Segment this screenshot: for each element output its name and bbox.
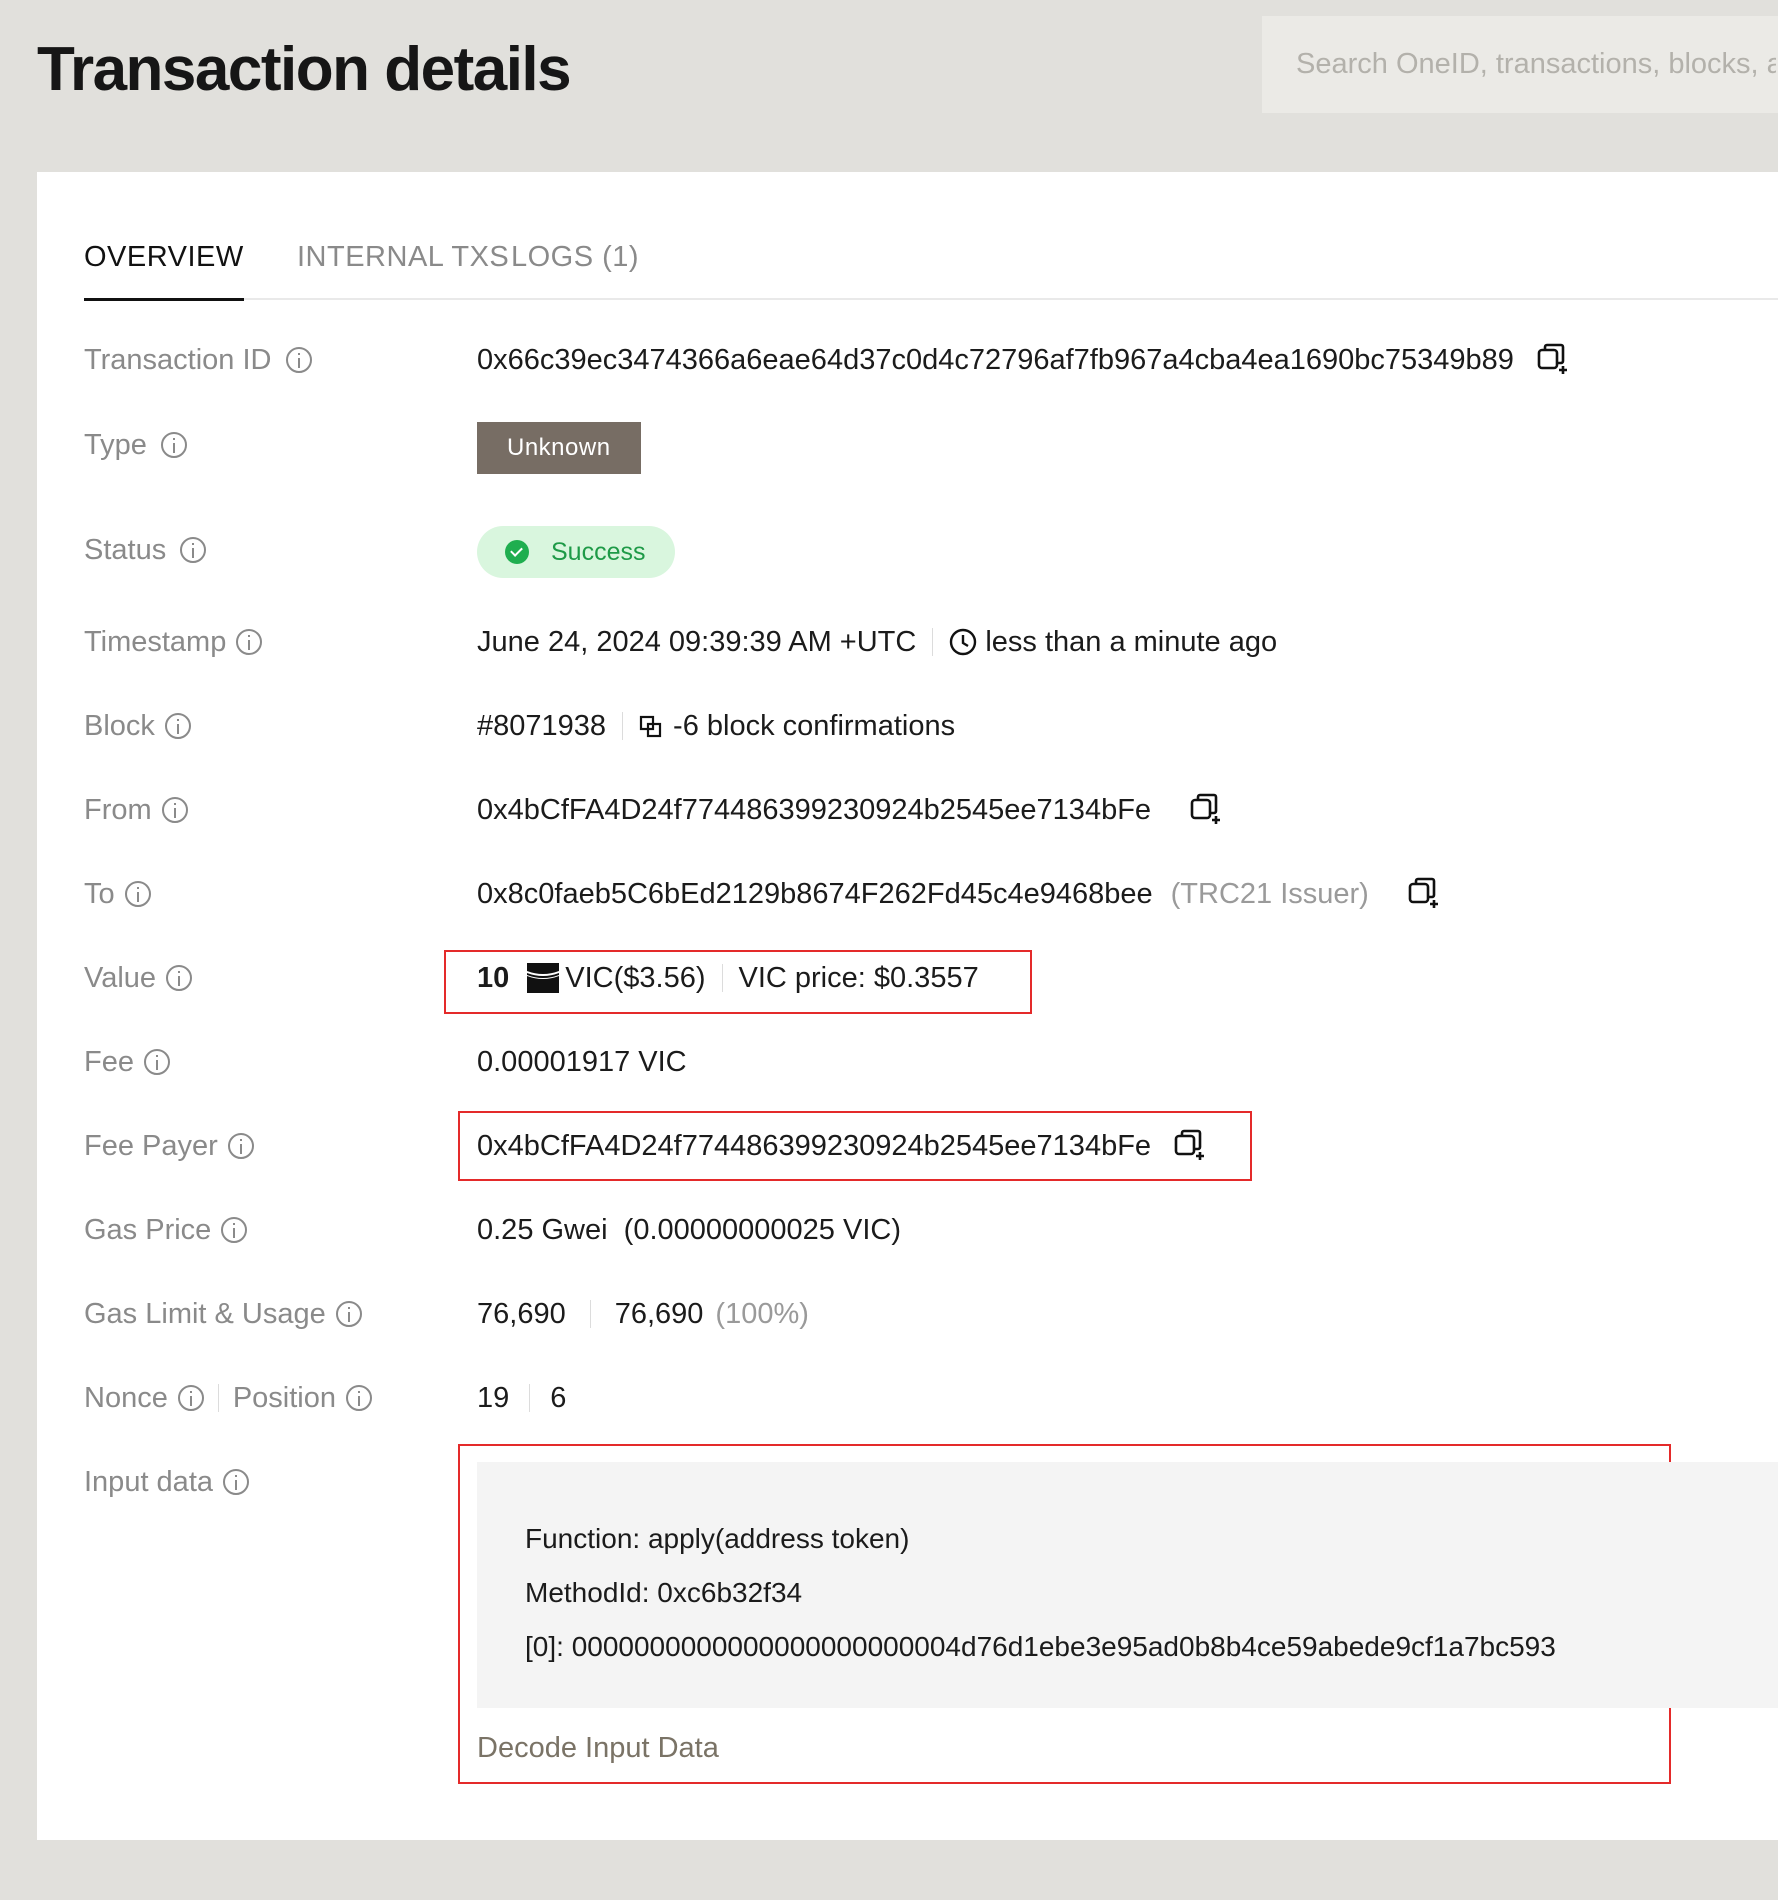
info-icon[interactable] [180, 537, 207, 563]
copy-icon[interactable] [1173, 1129, 1207, 1163]
search-box[interactable] [1262, 16, 1778, 113]
info-icon[interactable] [124, 881, 151, 907]
status-label: Status [84, 520, 207, 580]
fee-payer-label: Fee Payer [84, 1116, 254, 1176]
type-badge: Unknown [477, 422, 641, 474]
fee-value-row: 0.00001917 VIC [477, 1032, 687, 1092]
type-value-row: Unknown [477, 418, 641, 478]
fee-payer-value-row: 0x4bCfFA4D24f774486399230924b2545ee7134b… [477, 1116, 1207, 1176]
block-number-link[interactable]: #8071938 [477, 710, 606, 743]
tab-logs[interactable]: LOGS (1) [511, 234, 639, 298]
fee-payer-address-link[interactable]: 0x4bCfFA4D24f774486399230924b2545ee7134b… [477, 1130, 1151, 1163]
status-value-row: Success [477, 522, 676, 582]
transaction-card: OVERVIEW INTERNAL TXS LOGS (1) Transacti… [37, 172, 1778, 1840]
nonce-value-row: 19 6 [477, 1368, 566, 1428]
page-title: Transaction details [37, 35, 572, 104]
transaction-id-label: Transaction ID [84, 330, 312, 390]
transaction-id-value-row: 0x66c39ec3474366a6eae64d37c0d4c72796af7f… [477, 330, 1570, 390]
tab-bar: OVERVIEW INTERNAL TXS LOGS (1) [84, 234, 1778, 301]
from-address-link[interactable]: 0x4bCfFA4D24f774486399230924b2545ee7134b… [477, 794, 1151, 827]
divider [622, 712, 624, 740]
to-address-tag: (TRC21 Issuer) [1170, 877, 1369, 910]
timestamp-value: June 24, 2024 09:39:39 AM +UTC [477, 625, 917, 658]
timestamp-relative: less than a minute ago [985, 625, 1278, 658]
clock-icon [949, 628, 977, 656]
value-row: 10 VIC($3.56) VIC price: $0.3557 [477, 948, 979, 1008]
fee-label: Fee [84, 1032, 170, 1092]
to-label: To [84, 864, 151, 924]
from-label: From [84, 780, 188, 840]
info-icon[interactable] [160, 432, 187, 458]
info-icon[interactable] [164, 713, 191, 739]
info-icon[interactable] [143, 1049, 170, 1075]
tab-overview[interactable]: OVERVIEW [84, 234, 244, 301]
tab-internal-txs[interactable]: INTERNAL TXS [297, 234, 509, 298]
input-method-id: MethodId: 0xc6b32f34 [525, 1577, 803, 1608]
gas-price-value: 0.25 Gwei (0.00000000025 VIC) [477, 1213, 901, 1246]
gas-limit-value-row: 76,690 76,690 (100%) [477, 1284, 809, 1344]
divider [217, 1384, 219, 1412]
info-icon[interactable] [221, 1217, 248, 1243]
info-icon[interactable] [166, 965, 193, 991]
info-icon[interactable] [335, 1301, 362, 1327]
status-badge: Success [477, 526, 676, 578]
copy-icon[interactable] [1189, 793, 1223, 827]
input-function: Function: apply(address token) [525, 1523, 910, 1554]
from-value-row: 0x4bCfFA4D24f774486399230924b2545ee7134b… [477, 780, 1223, 840]
gas-price-label: Gas Price [84, 1200, 248, 1260]
block-value-row: #8071938 -6 block confirmations [477, 696, 955, 756]
block-label: Block [84, 696, 191, 756]
gas-limit-value: 76,690 [477, 1297, 566, 1330]
nonce-value: 19 [477, 1381, 510, 1414]
gas-limit-label: Gas Limit & Usage [84, 1284, 362, 1344]
nonce-label: Nonce Position [84, 1368, 372, 1428]
position-label: Position [232, 1381, 336, 1414]
timestamp-value-row: June 24, 2024 09:39:39 AM +UTC less than… [477, 612, 1277, 672]
value-label: Value [84, 948, 193, 1008]
info-icon[interactable] [223, 1469, 249, 1495]
info-icon[interactable] [285, 347, 312, 373]
copy-icon[interactable] [1536, 343, 1570, 377]
gas-price-value-row: 0.25 Gwei (0.00000000025 VIC) [477, 1200, 901, 1260]
gas-usage-percent: (100%) [715, 1297, 809, 1330]
blocks-icon [639, 714, 663, 738]
vic-price: VIC price: $0.3557 [738, 961, 979, 994]
to-value-row: 0x8c0faeb5C6bEd2129b8674F262Fd45c4e9468b… [477, 864, 1441, 924]
input-param-0: [0]: 0000000000000000000000004d76d1ebe3e… [525, 1631, 1556, 1662]
check-circle-icon [505, 540, 529, 564]
divider [932, 628, 934, 656]
block-confirmations: -6 block confirmations [673, 709, 956, 742]
info-icon[interactable] [177, 1385, 204, 1411]
copy-icon[interactable] [1407, 877, 1441, 911]
info-icon[interactable] [236, 629, 263, 655]
decode-input-data-link[interactable]: Decode Input Data [477, 1732, 719, 1765]
gas-usage-value: 76,690 [614, 1297, 704, 1330]
fee-value: 0.00001917 VIC [477, 1045, 687, 1078]
type-label: Type [84, 415, 187, 475]
to-address-link[interactable]: 0x8c0faeb5C6bEd2129b8674F262Fd45c4e9468b… [477, 878, 1153, 911]
divider [589, 1300, 591, 1328]
value-amount: 10 [477, 961, 510, 994]
value-unit: VIC($3.56) [565, 961, 706, 994]
input-data-label: Input data [84, 1452, 249, 1512]
input-data-box: Function: apply(address token) MethodId:… [477, 1462, 1778, 1708]
timestamp-label: Timestamp [84, 612, 263, 672]
divider [721, 964, 723, 992]
info-icon[interactable] [227, 1133, 254, 1159]
position-value: 6 [550, 1381, 567, 1414]
search-input[interactable] [1294, 47, 1778, 82]
info-icon[interactable] [346, 1385, 372, 1411]
info-icon[interactable] [161, 797, 188, 823]
vic-token-icon [527, 963, 560, 993]
divider [529, 1384, 531, 1412]
transaction-id-value: 0x66c39ec3474366a6eae64d37c0d4c72796af7f… [477, 343, 1514, 376]
